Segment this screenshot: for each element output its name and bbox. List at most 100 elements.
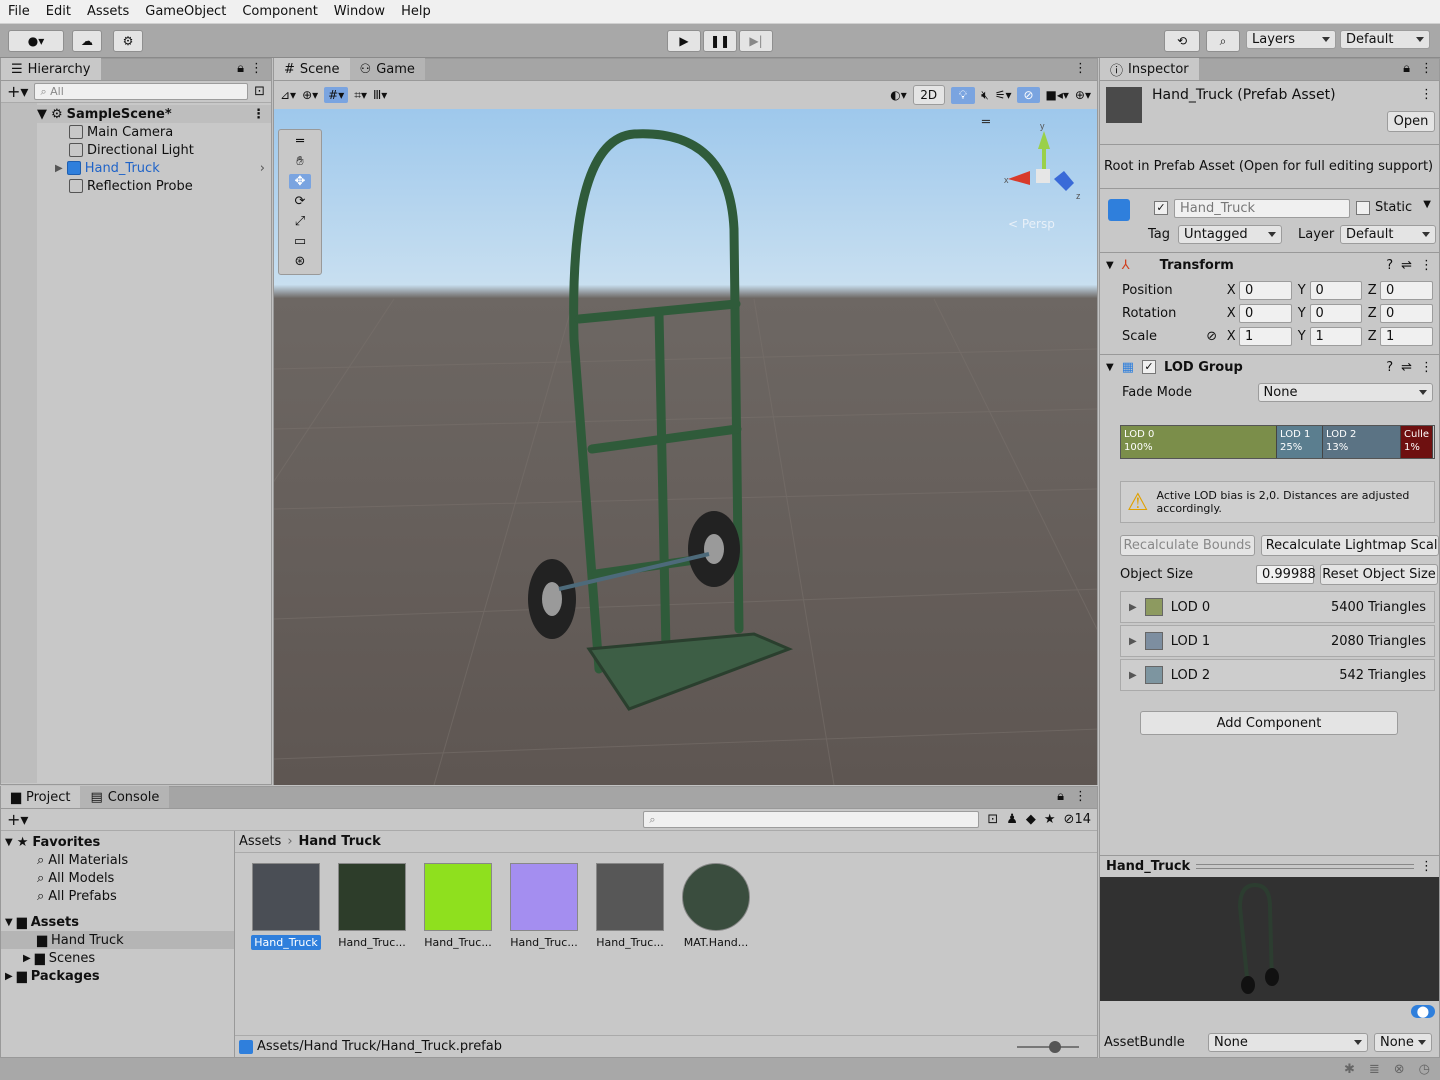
- shading-icon[interactable]: ◐▾: [890, 88, 907, 102]
- kebab-menu-icon[interactable]: ⋮: [1420, 258, 1433, 273]
- ruler-icon[interactable]: Ⅲ▾: [373, 88, 387, 102]
- search-by-type-icon[interactable]: ⊡: [987, 812, 998, 827]
- asset-thumbnail[interactable]: MAT.Hand...: [681, 863, 751, 950]
- thumbnail-size-slider[interactable]: [1017, 1040, 1079, 1053]
- kebab-menu-icon[interactable]: ⋮: [250, 61, 263, 76]
- foldout-open-icon[interactable]: ▼: [5, 837, 13, 848]
- assetbundle-variant-dropdown[interactable]: None: [1374, 1032, 1432, 1052]
- chevron-down-icon[interactable]: ▼: [1423, 199, 1431, 210]
- rotation-x-field[interactable]: 0: [1238, 304, 1292, 323]
- lod-enabled-checkbox[interactable]: ✓: [1142, 360, 1156, 374]
- fade-mode-dropdown[interactable]: None: [1257, 382, 1433, 402]
- tag-icon[interactable]: ⬤: [1410, 1005, 1435, 1018]
- rect-tool-icon[interactable]: ▭: [294, 234, 306, 249]
- drag-handle-icon[interactable]: ═: [296, 134, 304, 149]
- lod-group-header[interactable]: ▼ ▦ ✓ LOD Group ? ⇌ ⋮: [1100, 355, 1439, 379]
- preview-render[interactable]: [1100, 877, 1439, 1001]
- services-button[interactable]: ⚙: [113, 30, 143, 52]
- tab-inspector[interactable]: ⓘ Inspector: [1100, 58, 1199, 80]
- pause-button[interactable]: ❚❚: [703, 30, 737, 52]
- favorite-icon[interactable]: ★: [1044, 812, 1056, 827]
- kebab-menu-icon[interactable]: ⋮: [1074, 61, 1087, 76]
- audio-toggle-icon[interactable]: 🔇︎: [981, 88, 989, 103]
- draw-mode-icon[interactable]: ⊿▾: [280, 88, 296, 102]
- favorite-search-item[interactable]: ⌕ All Materials: [1, 851, 234, 869]
- kebab-menu-icon[interactable]: ⋮: [252, 107, 265, 122]
- menu-gameobject[interactable]: GameObject: [137, 0, 234, 24]
- kebab-menu-icon[interactable]: ⋮: [1420, 859, 1433, 874]
- lod-level-row[interactable]: ▶ LOD 1 2080 Triangles: [1120, 625, 1435, 657]
- position-y-field[interactable]: 0: [1309, 281, 1363, 300]
- asset-thumbnail[interactable]: Hand_Truc...: [423, 863, 493, 950]
- foldout-open-icon[interactable]: ▼: [1106, 260, 1114, 271]
- breadcrumb-assets[interactable]: Assets: [239, 834, 281, 849]
- network-icon[interactable]: ⊗: [1394, 1062, 1405, 1077]
- lighting-toggle-icon[interactable]: 💡︎: [950, 86, 976, 104]
- transform-header[interactable]: ▼ ⅄ Transform ? ⇌ ⋮: [1100, 253, 1439, 277]
- lod-level-row[interactable]: ▶ LOD 0 5400 Triangles: [1120, 591, 1435, 623]
- grid-snap-icon[interactable]: #▾: [324, 87, 349, 103]
- play-button[interactable]: ▶: [667, 30, 701, 52]
- kebab-menu-icon[interactable]: ⋮: [1074, 789, 1087, 804]
- static-checkbox[interactable]: [1356, 201, 1370, 215]
- help-icon[interactable]: ?: [1386, 360, 1393, 375]
- foldout-closed-icon[interactable]: ▶: [55, 163, 63, 174]
- rotation-z-field[interactable]: 0: [1380, 304, 1433, 323]
- label-icon[interactable]: ◆: [1026, 812, 1036, 827]
- menu-component[interactable]: Component: [234, 0, 325, 24]
- layer-dropdown[interactable]: Default: [1340, 225, 1436, 244]
- lod-bar-segment[interactable]: LOD 0 100%: [1121, 426, 1277, 458]
- search-filter-icon[interactable]: ⊡: [254, 84, 265, 99]
- help-icon[interactable]: ?: [1386, 258, 1393, 273]
- lod-level-row[interactable]: ▶ LOD 2 542 Triangles: [1120, 659, 1435, 691]
- effects-icon[interactable]: ⚟▾: [995, 88, 1012, 102]
- hierarchy-item-reflection-probe[interactable]: Reflection Probe: [37, 177, 271, 195]
- recalculate-bounds-button[interactable]: Recalculate Bounds: [1120, 535, 1255, 556]
- constrain-proportions-icon[interactable]: ⊘: [1200, 329, 1223, 344]
- layers-dropdown[interactable]: Layers: [1246, 30, 1336, 49]
- asset-thumbnail[interactable]: Hand_Truck: [251, 863, 321, 950]
- foldout-closed-icon[interactable]: ▶: [1129, 636, 1137, 647]
- drag-handle-icon[interactable]: ═: [982, 115, 990, 130]
- folder-hand-truck[interactable]: ▆ Hand Truck: [1, 931, 234, 949]
- lod-bar-segment[interactable]: LOD 2 13%: [1323, 426, 1401, 458]
- recalculate-lightmap-scale-button[interactable]: Recalculate Lightmap Scale: [1260, 535, 1439, 556]
- favorites-header[interactable]: ▼ ★ Favorites: [1, 833, 234, 851]
- search-by-label-icon[interactable]: ♟: [1006, 812, 1018, 827]
- menu-help[interactable]: Help: [393, 0, 439, 24]
- lod-bar-segment[interactable]: Culle 1%: [1401, 426, 1433, 458]
- foldout-closed-icon[interactable]: ▶: [23, 953, 31, 964]
- lock-icon[interactable]: 🔒︎: [237, 61, 244, 76]
- scale-x-field[interactable]: 1: [1238, 327, 1292, 346]
- account-button[interactable]: ●▾: [8, 30, 64, 52]
- tab-scene[interactable]: # Scene: [274, 58, 350, 80]
- hierarchy-item-main-camera[interactable]: Main Camera: [37, 123, 271, 141]
- foldout-closed-icon[interactable]: ▶: [1129, 602, 1137, 613]
- gameobject-name-field[interactable]: Hand_Truck: [1174, 199, 1350, 218]
- presets-icon[interactable]: ⇌: [1401, 360, 1412, 375]
- scale-z-field[interactable]: 1: [1380, 327, 1433, 346]
- prefab-icon[interactable]: [1108, 199, 1130, 221]
- folder-scenes[interactable]: ▶ ▆ Scenes: [1, 949, 234, 967]
- kebab-menu-icon[interactable]: ⋮: [1420, 61, 1433, 76]
- orientation-gizmo[interactable]: x y z: [994, 121, 1084, 231]
- lock-icon[interactable]: 🔒︎: [1057, 789, 1064, 804]
- history-button[interactable]: ⟲: [1164, 30, 1200, 52]
- lod-bar-segment[interactable]: LOD 1 25%: [1277, 426, 1323, 458]
- foldout-closed-icon[interactable]: ▶: [1129, 670, 1137, 681]
- favorite-search-item[interactable]: ⌕ All Models: [1, 869, 234, 887]
- foldout-open-icon[interactable]: ▼: [1106, 362, 1114, 373]
- scale-tool-icon[interactable]: ⤢: [295, 214, 305, 229]
- breadcrumb-current[interactable]: Hand Truck: [299, 834, 381, 849]
- favorite-search-item[interactable]: ⌕ All Prefabs: [1, 887, 234, 905]
- slider-handle[interactable]: [1049, 1040, 1061, 1053]
- progress-icon[interactable]: ◷: [1419, 1062, 1430, 1077]
- asset-thumbnail[interactable]: Hand_Truc...: [509, 863, 579, 950]
- assets-folder[interactable]: ▼ ▆ Assets: [1, 913, 234, 931]
- camera-icon[interactable]: ■◂▾: [1046, 88, 1069, 102]
- foldout-closed-icon[interactable]: ▶: [5, 971, 13, 982]
- hierarchy-item-hand-truck[interactable]: ▶ Hand_Truck ›: [37, 159, 271, 177]
- asset-thumbnail[interactable]: Hand_Truc...: [337, 863, 407, 950]
- move-tool-icon[interactable]: ✥: [288, 174, 312, 189]
- cloud-button[interactable]: ☁: [72, 30, 102, 52]
